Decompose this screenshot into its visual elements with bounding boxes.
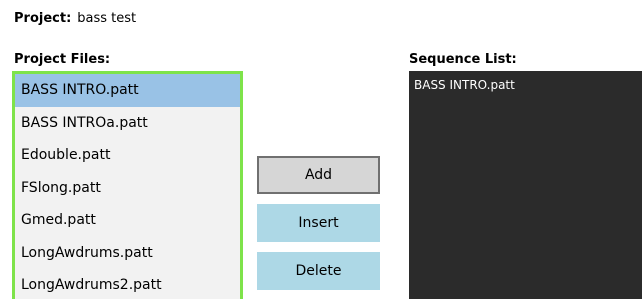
- project-file-item[interactable]: LongAwdrums.patt: [15, 237, 240, 270]
- insert-button[interactable]: Insert: [257, 204, 380, 242]
- project-info: Project: bass test: [14, 10, 136, 28]
- project-files-list[interactable]: BASS INTRO.patt BASS INTROa.patt Edouble…: [12, 71, 243, 299]
- project-label: Project:: [14, 11, 72, 26]
- project-files-label: Project Files:: [14, 52, 111, 67]
- sequence-list[interactable]: BASS INTRO.patt: [409, 71, 642, 299]
- project-file-item[interactable]: BASS INTROa.patt: [15, 107, 240, 140]
- project-file-item[interactable]: LongAwdrums2.patt: [15, 269, 240, 299]
- project-file-item[interactable]: Gmed.patt: [15, 204, 240, 237]
- add-button[interactable]: Add: [257, 156, 380, 194]
- sequence-item[interactable]: BASS INTRO.patt: [409, 71, 642, 92]
- pattern-sequencer-window: Project: bass test Project Files: Sequenc…: [0, 0, 642, 299]
- project-name: bass test: [77, 11, 137, 26]
- sequence-list-label: Sequence List:: [409, 52, 517, 67]
- delete-button[interactable]: Delete: [257, 252, 380, 290]
- project-file-item[interactable]: FSlong.patt: [15, 172, 240, 205]
- project-file-item[interactable]: Edouble.patt: [15, 139, 240, 172]
- project-file-item[interactable]: BASS INTRO.patt: [15, 74, 240, 107]
